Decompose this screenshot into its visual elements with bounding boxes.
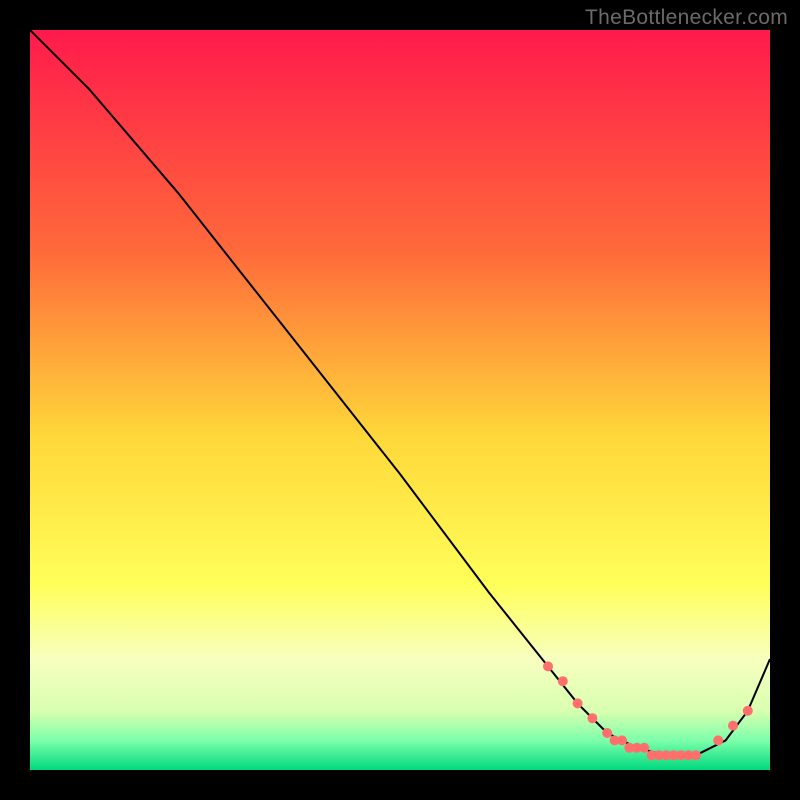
marker-dot	[743, 706, 753, 716]
gradient-background	[30, 30, 770, 770]
marker-dot	[602, 728, 612, 738]
marker-dot	[617, 735, 627, 745]
watermark-text: TheBottlenecker.com	[585, 6, 788, 30]
chart-container: TheBottlenecker.com	[0, 0, 800, 800]
chart-svg	[30, 30, 770, 770]
marker-dot	[543, 661, 553, 671]
marker-dot	[573, 698, 583, 708]
marker-dot	[587, 713, 597, 723]
plot-area	[30, 30, 770, 770]
marker-dot	[639, 743, 649, 753]
marker-dot	[728, 721, 738, 731]
marker-dot	[558, 676, 568, 686]
marker-dot	[691, 750, 701, 760]
marker-dot	[713, 735, 723, 745]
